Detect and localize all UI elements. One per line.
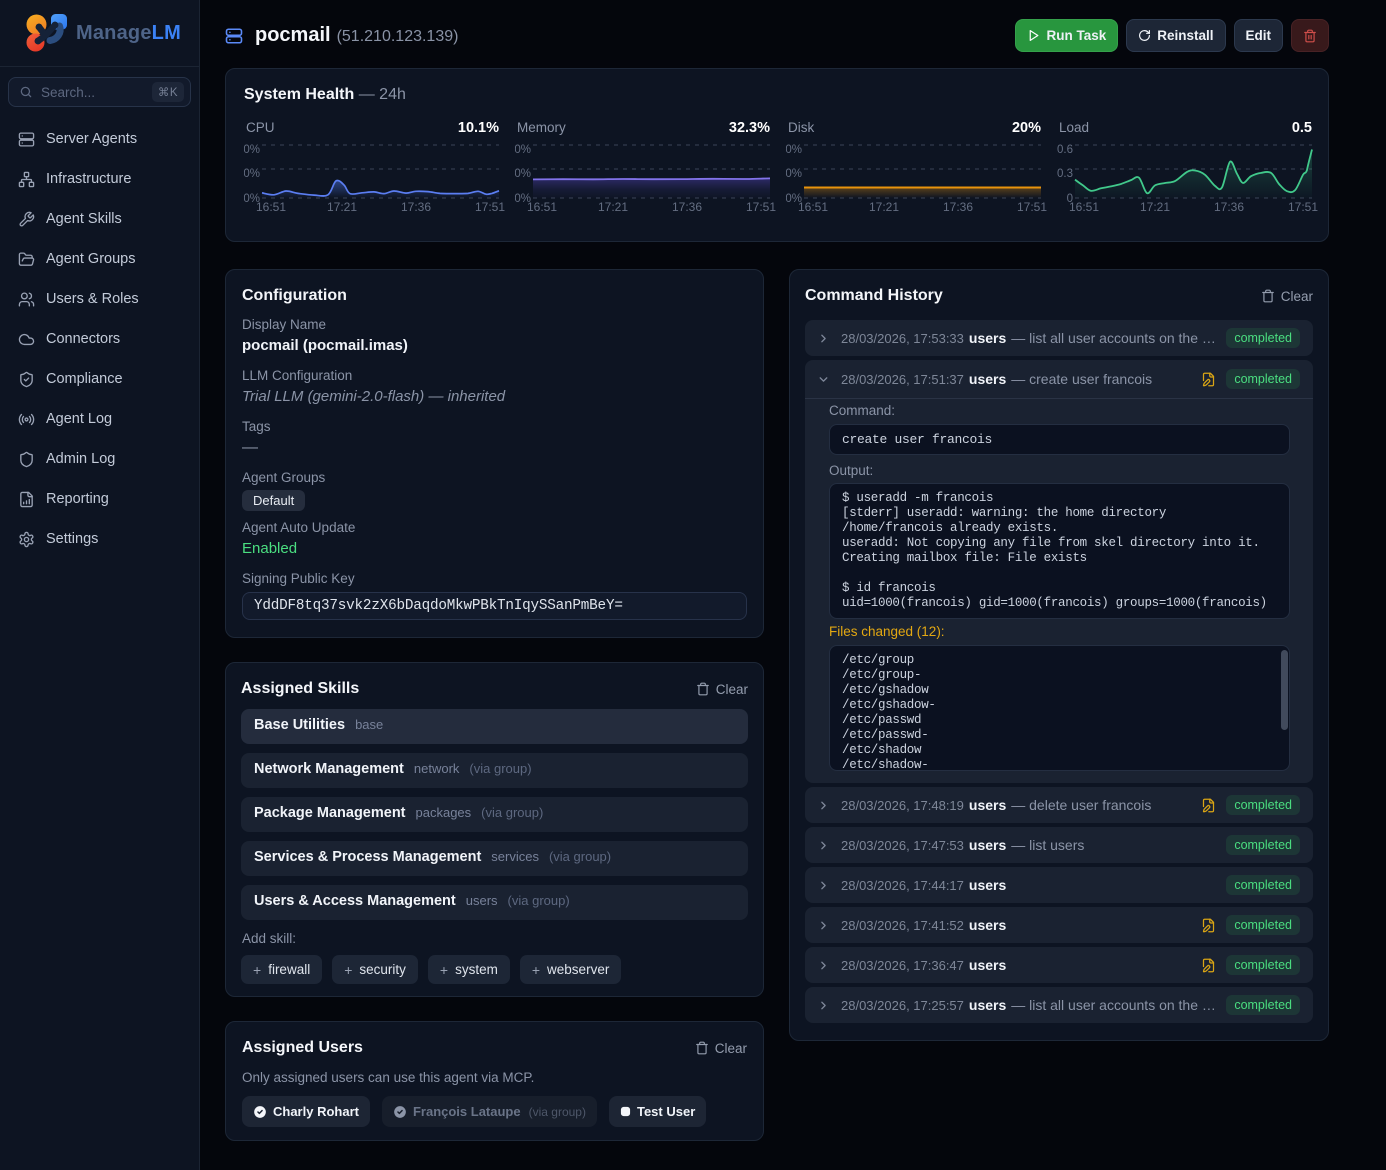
- svg-text:16:51: 16:51: [256, 200, 286, 214]
- svg-text:40%: 40%: [237, 144, 260, 156]
- svg-text:40%: 40%: [508, 168, 531, 180]
- svg-text:17:36: 17:36: [672, 200, 702, 214]
- svg-text:17:21: 17:21: [1140, 200, 1170, 214]
- svg-text:17:21: 17:21: [327, 200, 357, 214]
- svg-text:0.6: 0.6: [1057, 144, 1073, 156]
- svg-text:16:51: 16:51: [798, 200, 828, 214]
- svg-text:17:51: 17:51: [1017, 200, 1047, 214]
- svg-text:16:51: 16:51: [527, 200, 557, 214]
- svg-text:17:36: 17:36: [943, 200, 973, 214]
- svg-text:17:36: 17:36: [401, 200, 431, 214]
- svg-text:17:51: 17:51: [1288, 200, 1318, 214]
- svg-text:17:21: 17:21: [869, 200, 899, 214]
- svg-text:17:51: 17:51: [746, 200, 776, 214]
- svg-text:16:51: 16:51: [1069, 200, 1099, 214]
- svg-text:20%: 20%: [779, 168, 802, 180]
- svg-text:17:51: 17:51: [475, 200, 505, 214]
- svg-text:40%: 40%: [779, 144, 802, 156]
- svg-text:20%: 20%: [237, 168, 260, 180]
- svg-text:80%: 80%: [508, 144, 531, 156]
- svg-text:17:36: 17:36: [1214, 200, 1244, 214]
- svg-text:0.3: 0.3: [1057, 168, 1073, 180]
- svg-text:17:21: 17:21: [598, 200, 628, 214]
